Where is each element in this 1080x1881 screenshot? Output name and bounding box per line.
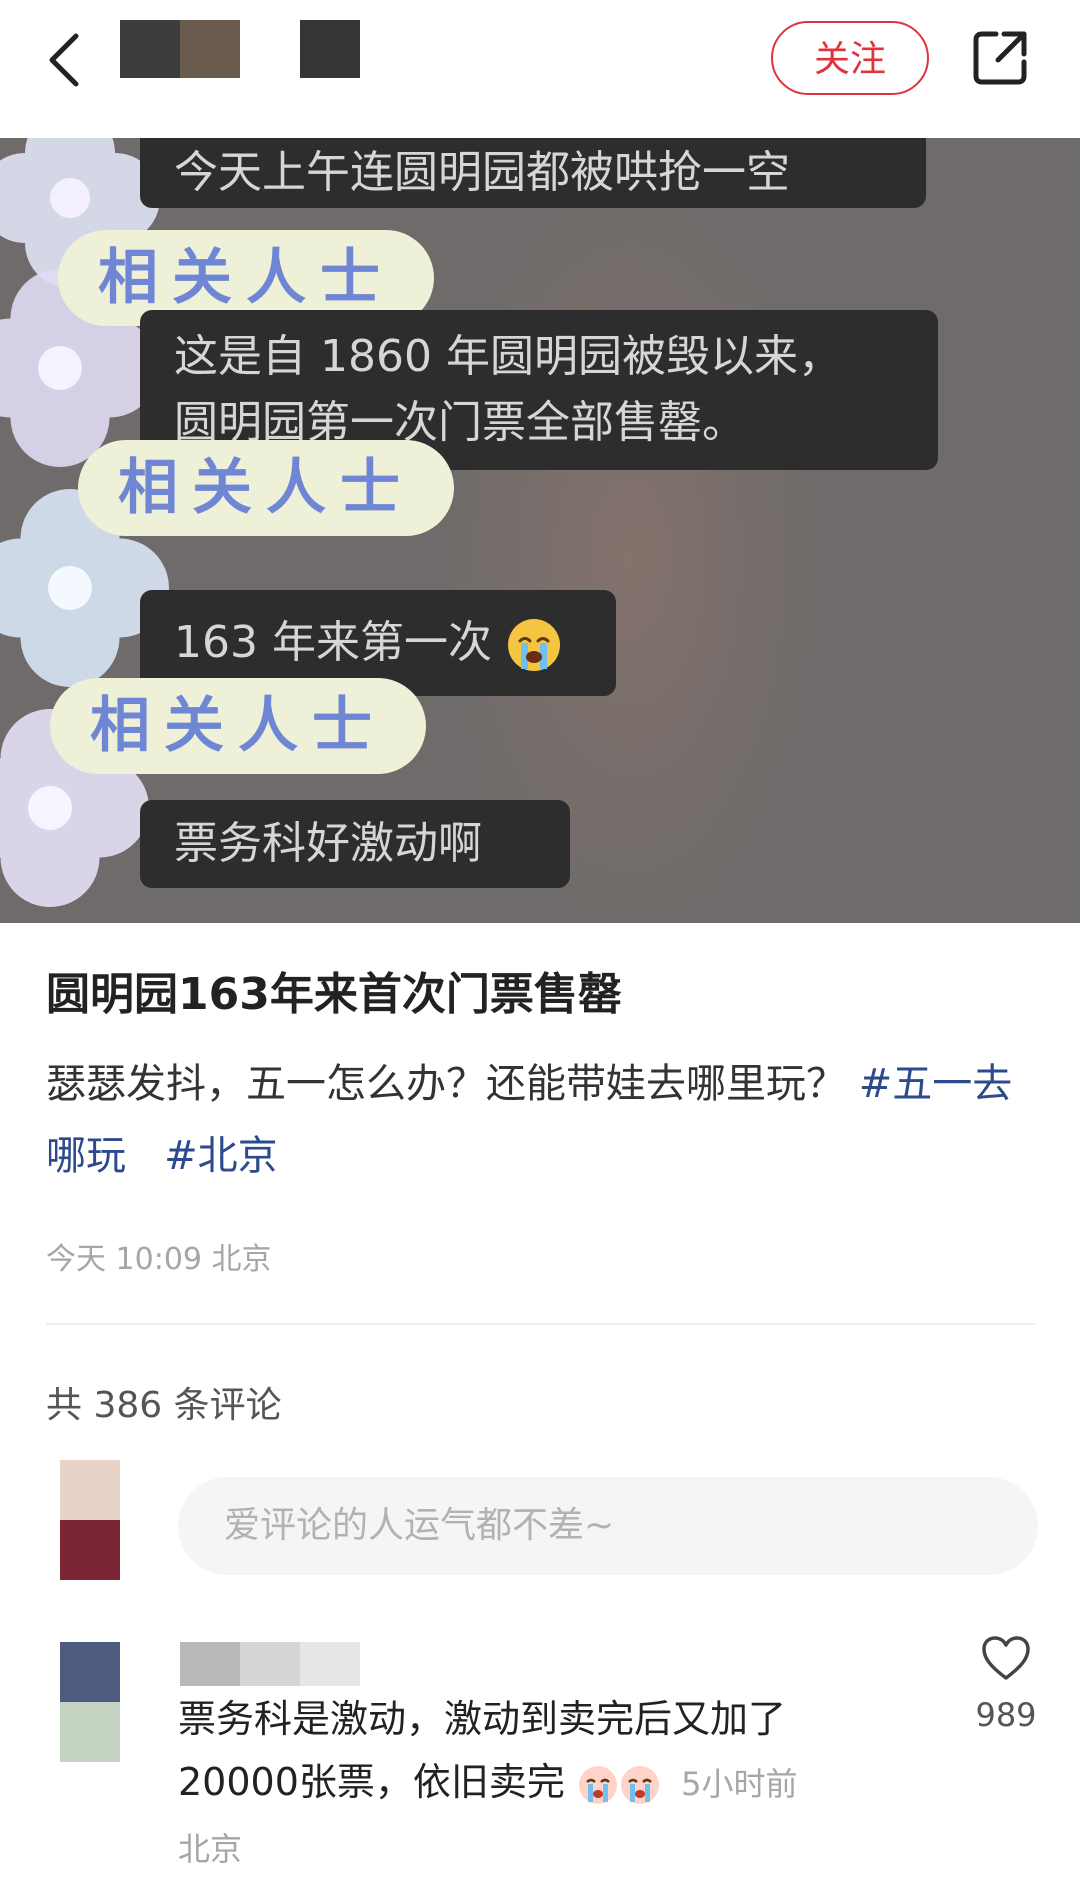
avatar[interactable] [60, 1642, 120, 1762]
avatar [60, 1460, 120, 1580]
commenter-name[interactable] [180, 1642, 360, 1686]
post-description-text: 瑟瑟发抖，五一怎么办？还能带娃去哪里玩？ [46, 1061, 846, 1107]
follow-button[interactable]: 关注 [771, 21, 929, 95]
speaker-tag: 相关人士 [78, 440, 454, 536]
chat-bubble: 今天上午连圆明园都被哄抢一空 [140, 138, 926, 208]
post-title: 圆明园163年来首次门票售罄 [46, 969, 622, 1020]
speaker-tag: 相关人士 [50, 678, 426, 774]
author-name[interactable] [300, 20, 360, 78]
divider [46, 1323, 1036, 1325]
back-button[interactable] [40, 28, 90, 92]
chat-text: 这是自 1860 年圆明园被毁以来， [174, 331, 842, 382]
crying-face-icon [507, 619, 560, 671]
chevron-left-icon [49, 33, 79, 87]
chat-bubble: 票务科好激动啊 [140, 800, 570, 888]
post-time-location: 今天 10:09 北京 [46, 1242, 272, 1277]
share-button[interactable] [968, 26, 1032, 90]
heart-icon [982, 1636, 1030, 1680]
post-image[interactable]: 今天上午连圆明园都被哄抢一空 相关人士 这是自 1860 年圆明园被毁以来， 圆… [0, 138, 1080, 923]
comment-input[interactable]: 爱评论的人运气都不差~ [178, 1477, 1038, 1575]
post-description: 瑟瑟发抖，五一怎么办？还能带娃去哪里玩？ #五一去哪玩 #北京 [46, 1048, 1036, 1192]
comment-count: 共 386 条评论 [46, 1385, 282, 1426]
top-bar: 关注 [0, 0, 1080, 138]
crying-emoji-icon [620, 1765, 659, 1804]
hashtag-link[interactable]: #北京 [164, 1133, 278, 1179]
author-avatar[interactable] [120, 20, 240, 78]
share-icon [973, 31, 1027, 85]
chat-text: 票务科好激动啊 [174, 818, 482, 869]
chat-text: 今天上午连圆明园都被哄抢一空 [174, 147, 790, 198]
like-button[interactable] [980, 1634, 1032, 1682]
crying-emoji-icon [578, 1765, 617, 1804]
comment-text: 票务科是激动，激动到卖完后又加了20000张票，依旧卖完 5小时前 北京 [178, 1688, 838, 1881]
chat-text: 163 年来第一次 [174, 617, 492, 668]
like-count: 989 [975, 1696, 1037, 1734]
